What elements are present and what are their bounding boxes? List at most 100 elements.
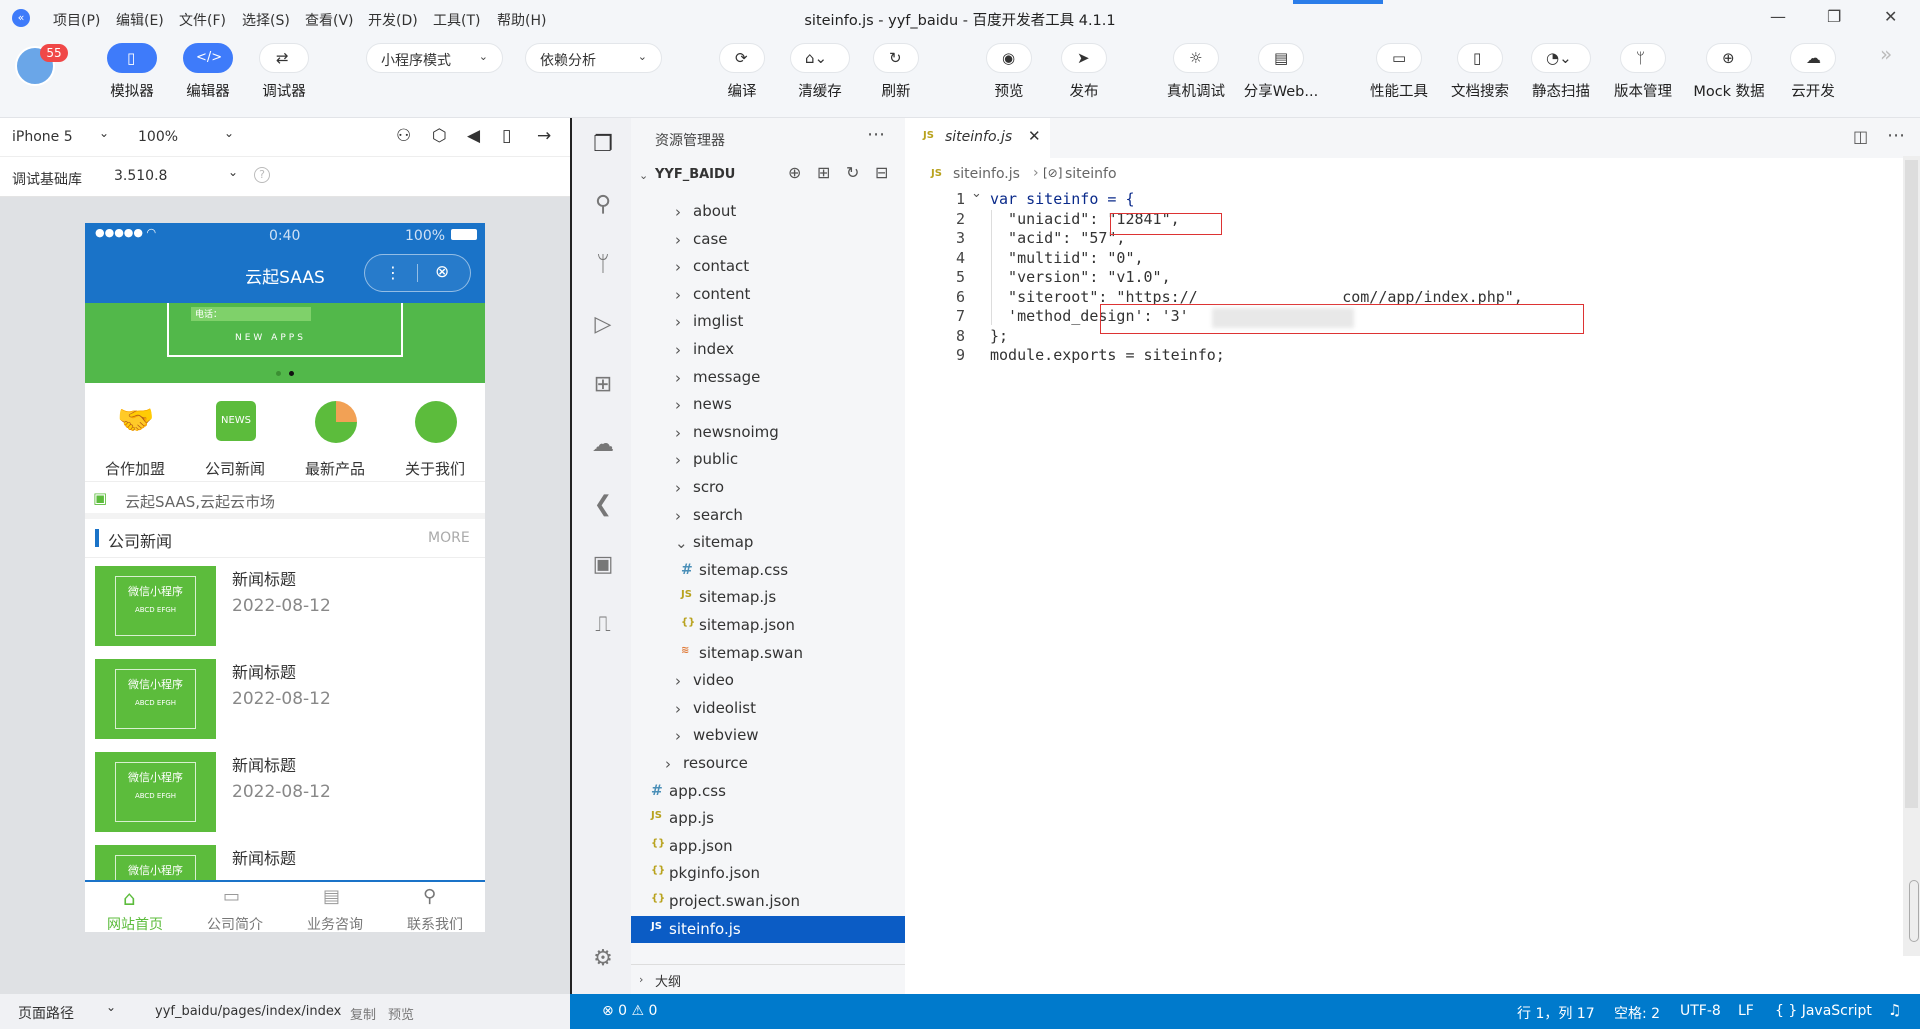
close-tab-icon[interactable]: ✕ <box>1028 127 1041 145</box>
tree-file[interactable]: # app.css <box>631 778 905 805</box>
fold-chevron-icon[interactable]: ⌄ <box>971 186 982 201</box>
split-editor-icon[interactable]: ◫ <box>1853 127 1868 146</box>
code-line[interactable]: module.exports = siteinfo; <box>990 346 1225 364</box>
grid-icon-partner[interactable]: 🤝 <box>116 403 156 443</box>
cloud-icon[interactable]: ☁ <box>588 430 618 460</box>
grid-label-partner[interactable]: 合作加盟 <box>85 458 185 479</box>
simulator-button[interactable]: ▯ <box>107 43 157 73</box>
tab-contact[interactable]: 联系我们 <box>385 914 485 932</box>
perf-tools-button[interactable]: ▭ <box>1376 43 1422 73</box>
chevron-down-icon[interactable]: ⌄ <box>99 126 109 140</box>
tree-folder[interactable]: › newsnoimg <box>631 419 905 446</box>
copy-link[interactable]: 复制 <box>350 1004 376 1023</box>
sound-icon[interactable]: ◀ <box>467 126 480 146</box>
chat-icon[interactable]: ▭ <box>223 886 240 907</box>
grid-icon-product[interactable] <box>315 401 357 443</box>
tab-home[interactable]: 网站首页 <box>85 914 185 932</box>
bell-icon[interactable]: ♫ <box>1888 1001 1901 1019</box>
share-web-button[interactable]: ▤ <box>1258 43 1304 73</box>
breadcrumb-symbol[interactable]: siteinfo <box>1065 166 1117 182</box>
chevron-down-icon[interactable]: ⌄ <box>224 126 234 140</box>
tree-folder[interactable]: › contact <box>631 253 905 280</box>
swan-icon[interactable]: ❮ <box>588 490 618 520</box>
tree-folder[interactable]: › about <box>631 198 905 225</box>
arrow-right-icon[interactable]: → <box>537 126 551 146</box>
grid-label-news[interactable]: 公司新闻 <box>185 458 285 479</box>
run-debug-icon[interactable]: ▷ <box>588 310 618 340</box>
cube-icon[interactable]: ⬡ <box>432 126 447 146</box>
editor-more-icon[interactable]: ⋯ <box>1887 125 1905 146</box>
tree-folder[interactable]: › video <box>631 667 905 694</box>
files-icon[interactable]: ❐ <box>588 130 618 160</box>
zoom-select[interactable]: 100% <box>138 129 178 145</box>
tree-folder[interactable]: › message <box>631 364 905 391</box>
dependency-select[interactable]: 依赖分析 ⌄ <box>525 43 662 73</box>
location-icon[interactable]: ⚲ <box>423 886 436 907</box>
tree-folder[interactable]: › index <box>631 336 905 363</box>
news-title[interactable]: 新闻标题 <box>232 566 296 590</box>
tree-file[interactable]: {} pkginfo.json <box>631 860 905 887</box>
code-line[interactable]: "siteroot": "https:// com//app/index.php… <box>990 288 1523 306</box>
tree-folder[interactable]: › videolist <box>631 695 905 722</box>
message-icon[interactable]: ▤ <box>323 886 340 907</box>
more-chevron-icon[interactable]: » <box>1880 42 1892 66</box>
tree-folder[interactable]: › resource <box>631 750 905 777</box>
tree-file[interactable]: # sitemap.css <box>631 557 905 584</box>
code-line[interactable]: "acid": "57", <box>990 229 1125 247</box>
editor-tab-siteinfo[interactable]: JS siteinfo.js ✕ <box>905 118 1050 158</box>
code-line[interactable]: var siteinfo = { <box>990 190 1135 208</box>
chevron-down-icon[interactable]: ⌄ <box>228 165 238 179</box>
search-icon[interactable]: ⚲ <box>588 190 618 220</box>
encoding[interactable]: UTF-8 <box>1680 1003 1721 1019</box>
breadcrumb-file[interactable]: siteinfo.js <box>953 166 1020 182</box>
tree-folder[interactable]: › webview <box>631 722 905 749</box>
news-thumb[interactable]: 微信小程序 ABCD EFGH <box>95 566 216 646</box>
rotate-icon[interactable]: ▯ <box>502 126 511 146</box>
code-line[interactable]: "multiid": "0", <box>990 249 1143 267</box>
publish-button[interactable]: ➤ <box>1061 43 1107 73</box>
static-scan-button[interactable]: ◔⌄ <box>1531 43 1591 73</box>
robot-icon[interactable]: ▣ <box>588 550 618 580</box>
tree-file[interactable]: {} project.swan.json <box>631 888 905 915</box>
code-line[interactable]: "version": "v1.0", <box>990 268 1171 286</box>
news-thumb[interactable]: 微信小程序 ABCD EFGH <box>95 659 216 739</box>
monitor-icon[interactable]: ⎍ <box>588 610 618 640</box>
refresh-button[interactable]: ↻ <box>873 43 919 73</box>
tree-folder[interactable]: ⌄ sitemap <box>631 529 905 556</box>
close-window-button[interactable]: ✕ <box>1884 7 1897 26</box>
clear-cache-button[interactable]: ⌂⌄ <box>790 43 850 73</box>
capsule-close-icon[interactable]: ⊗ <box>435 262 449 282</box>
tree-folder[interactable]: › scro <box>631 474 905 501</box>
tab-about[interactable]: 公司简介 <box>185 914 285 932</box>
scrollbar-thumb[interactable] <box>1905 160 1918 808</box>
news-thumb[interactable]: 微信小程序 ABCD EFGH <box>95 752 216 832</box>
code-area[interactable]: 1 var siteinfo = {2 "uniacid": "12841", 3 … <box>905 186 1905 888</box>
tree-file-selected[interactable]: JS siteinfo.js <box>631 915 905 943</box>
notice-bar[interactable]: ▣ 云起SAAS,云起云市场 <box>85 481 485 519</box>
news-title[interactable]: 新闻标题 <box>232 659 296 683</box>
real-debug-button[interactable]: ☼ <box>1173 43 1219 73</box>
capsule-menu[interactable]: ⋮ ⊗ <box>364 254 471 292</box>
line-ending[interactable]: LF <box>1738 1003 1754 1019</box>
settings-gear-icon[interactable]: ⚙ <box>588 944 618 974</box>
outline-section[interactable]: › 大纲 <box>631 964 905 994</box>
indent-spaces[interactable]: 空格: 2 <box>1614 1003 1660 1023</box>
tab-business[interactable]: 业务咨询 <box>285 914 385 932</box>
grid-label-about[interactable]: 关于我们 <box>385 458 485 479</box>
version-button[interactable]: ᛘ <box>1620 43 1666 73</box>
tree-folder[interactable]: › case <box>631 226 905 253</box>
preview-link[interactable]: 预览 <box>388 1004 414 1023</box>
preview-button[interactable]: ◉ <box>986 43 1032 73</box>
tree-folder[interactable]: › public <box>631 446 905 473</box>
tree-folder[interactable]: › search <box>631 502 905 529</box>
minimize-button[interactable]: — <box>1770 7 1786 26</box>
editor-button[interactable]: </> <box>183 43 233 73</box>
source-control-icon[interactable]: ᛘ <box>588 250 618 280</box>
help-icon[interactable]: ? <box>254 167 270 183</box>
cloud-button[interactable]: ☁ <box>1790 43 1836 73</box>
tree-file[interactable]: JS app.js <box>631 805 905 832</box>
code-line[interactable]: }; <box>990 327 1008 345</box>
debugger-button[interactable]: ⇄ <box>259 43 309 73</box>
news-title[interactable]: 新闻标题 <box>232 752 296 776</box>
device-select[interactable]: iPhone 5 <box>12 129 73 145</box>
